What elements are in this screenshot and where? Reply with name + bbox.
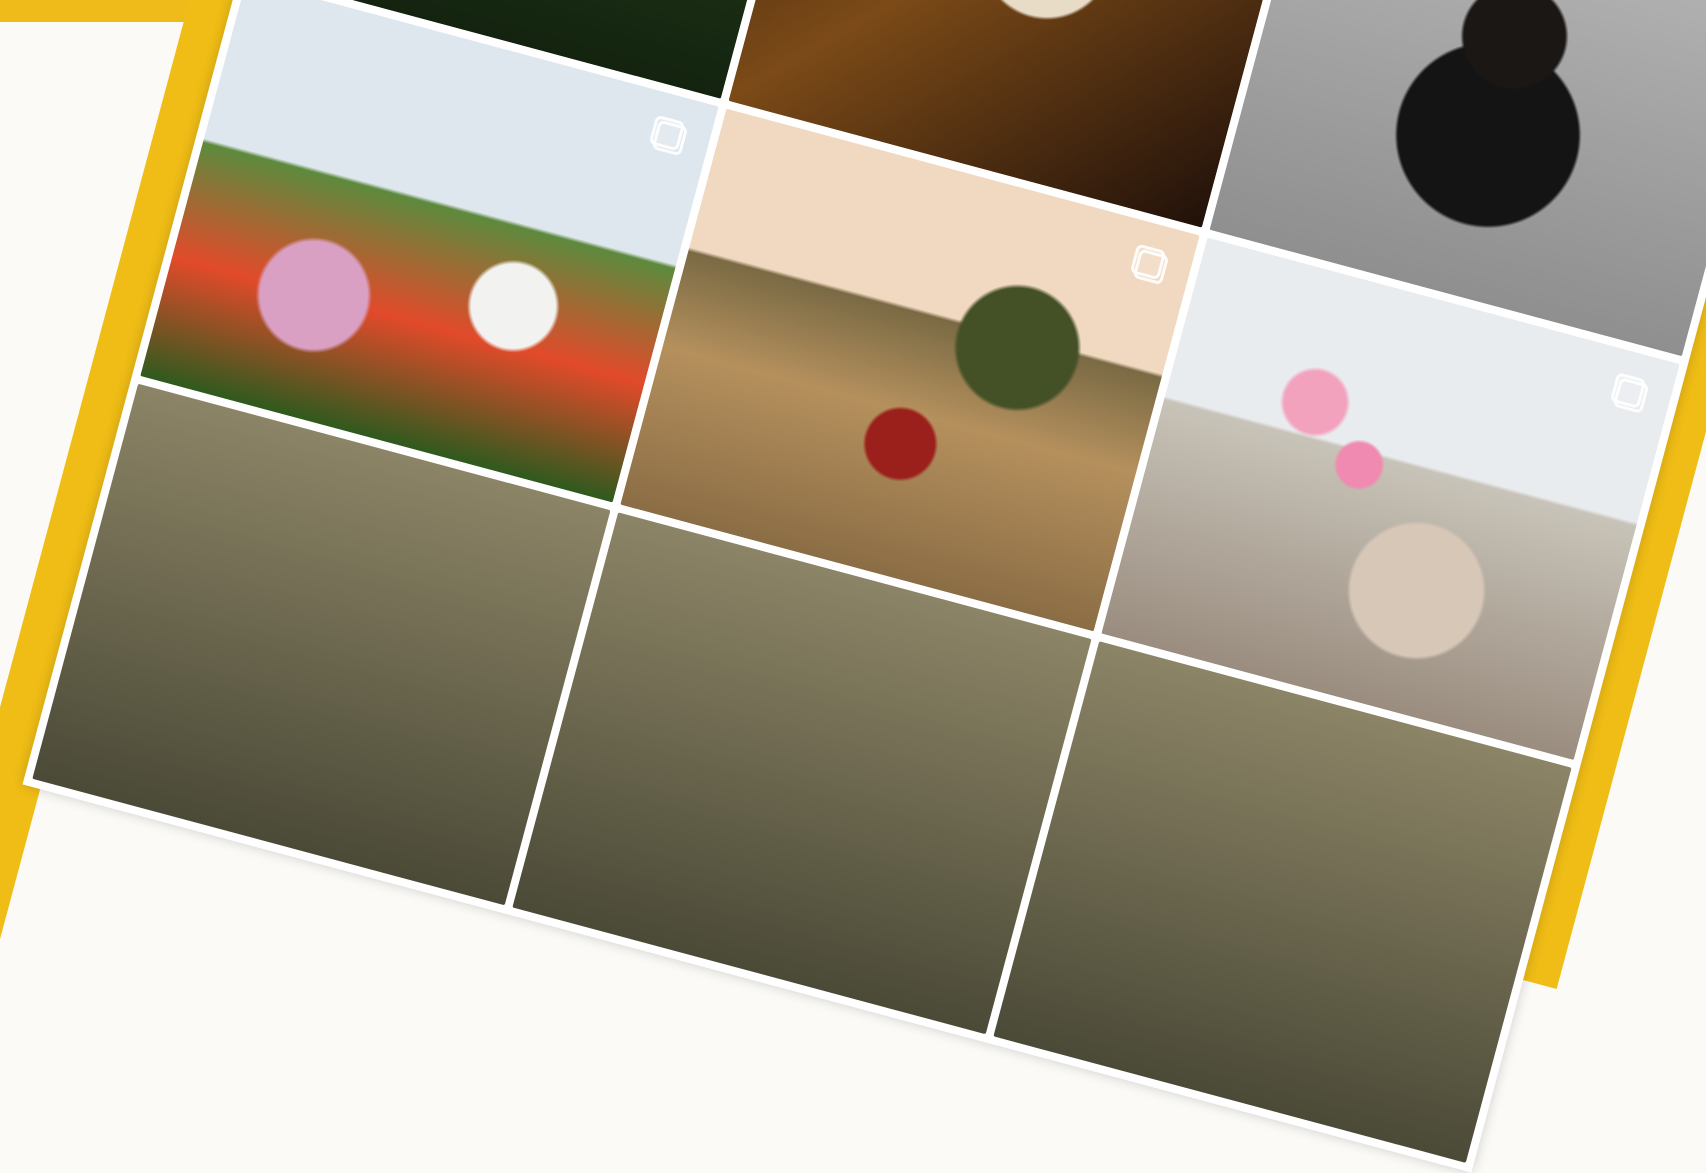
multiple-photos-icon [638, 107, 697, 166]
profile-grid [22, 0, 1706, 1173]
multiple-photos-icon [1118, 236, 1177, 295]
multiple-photos-icon [1599, 365, 1658, 424]
